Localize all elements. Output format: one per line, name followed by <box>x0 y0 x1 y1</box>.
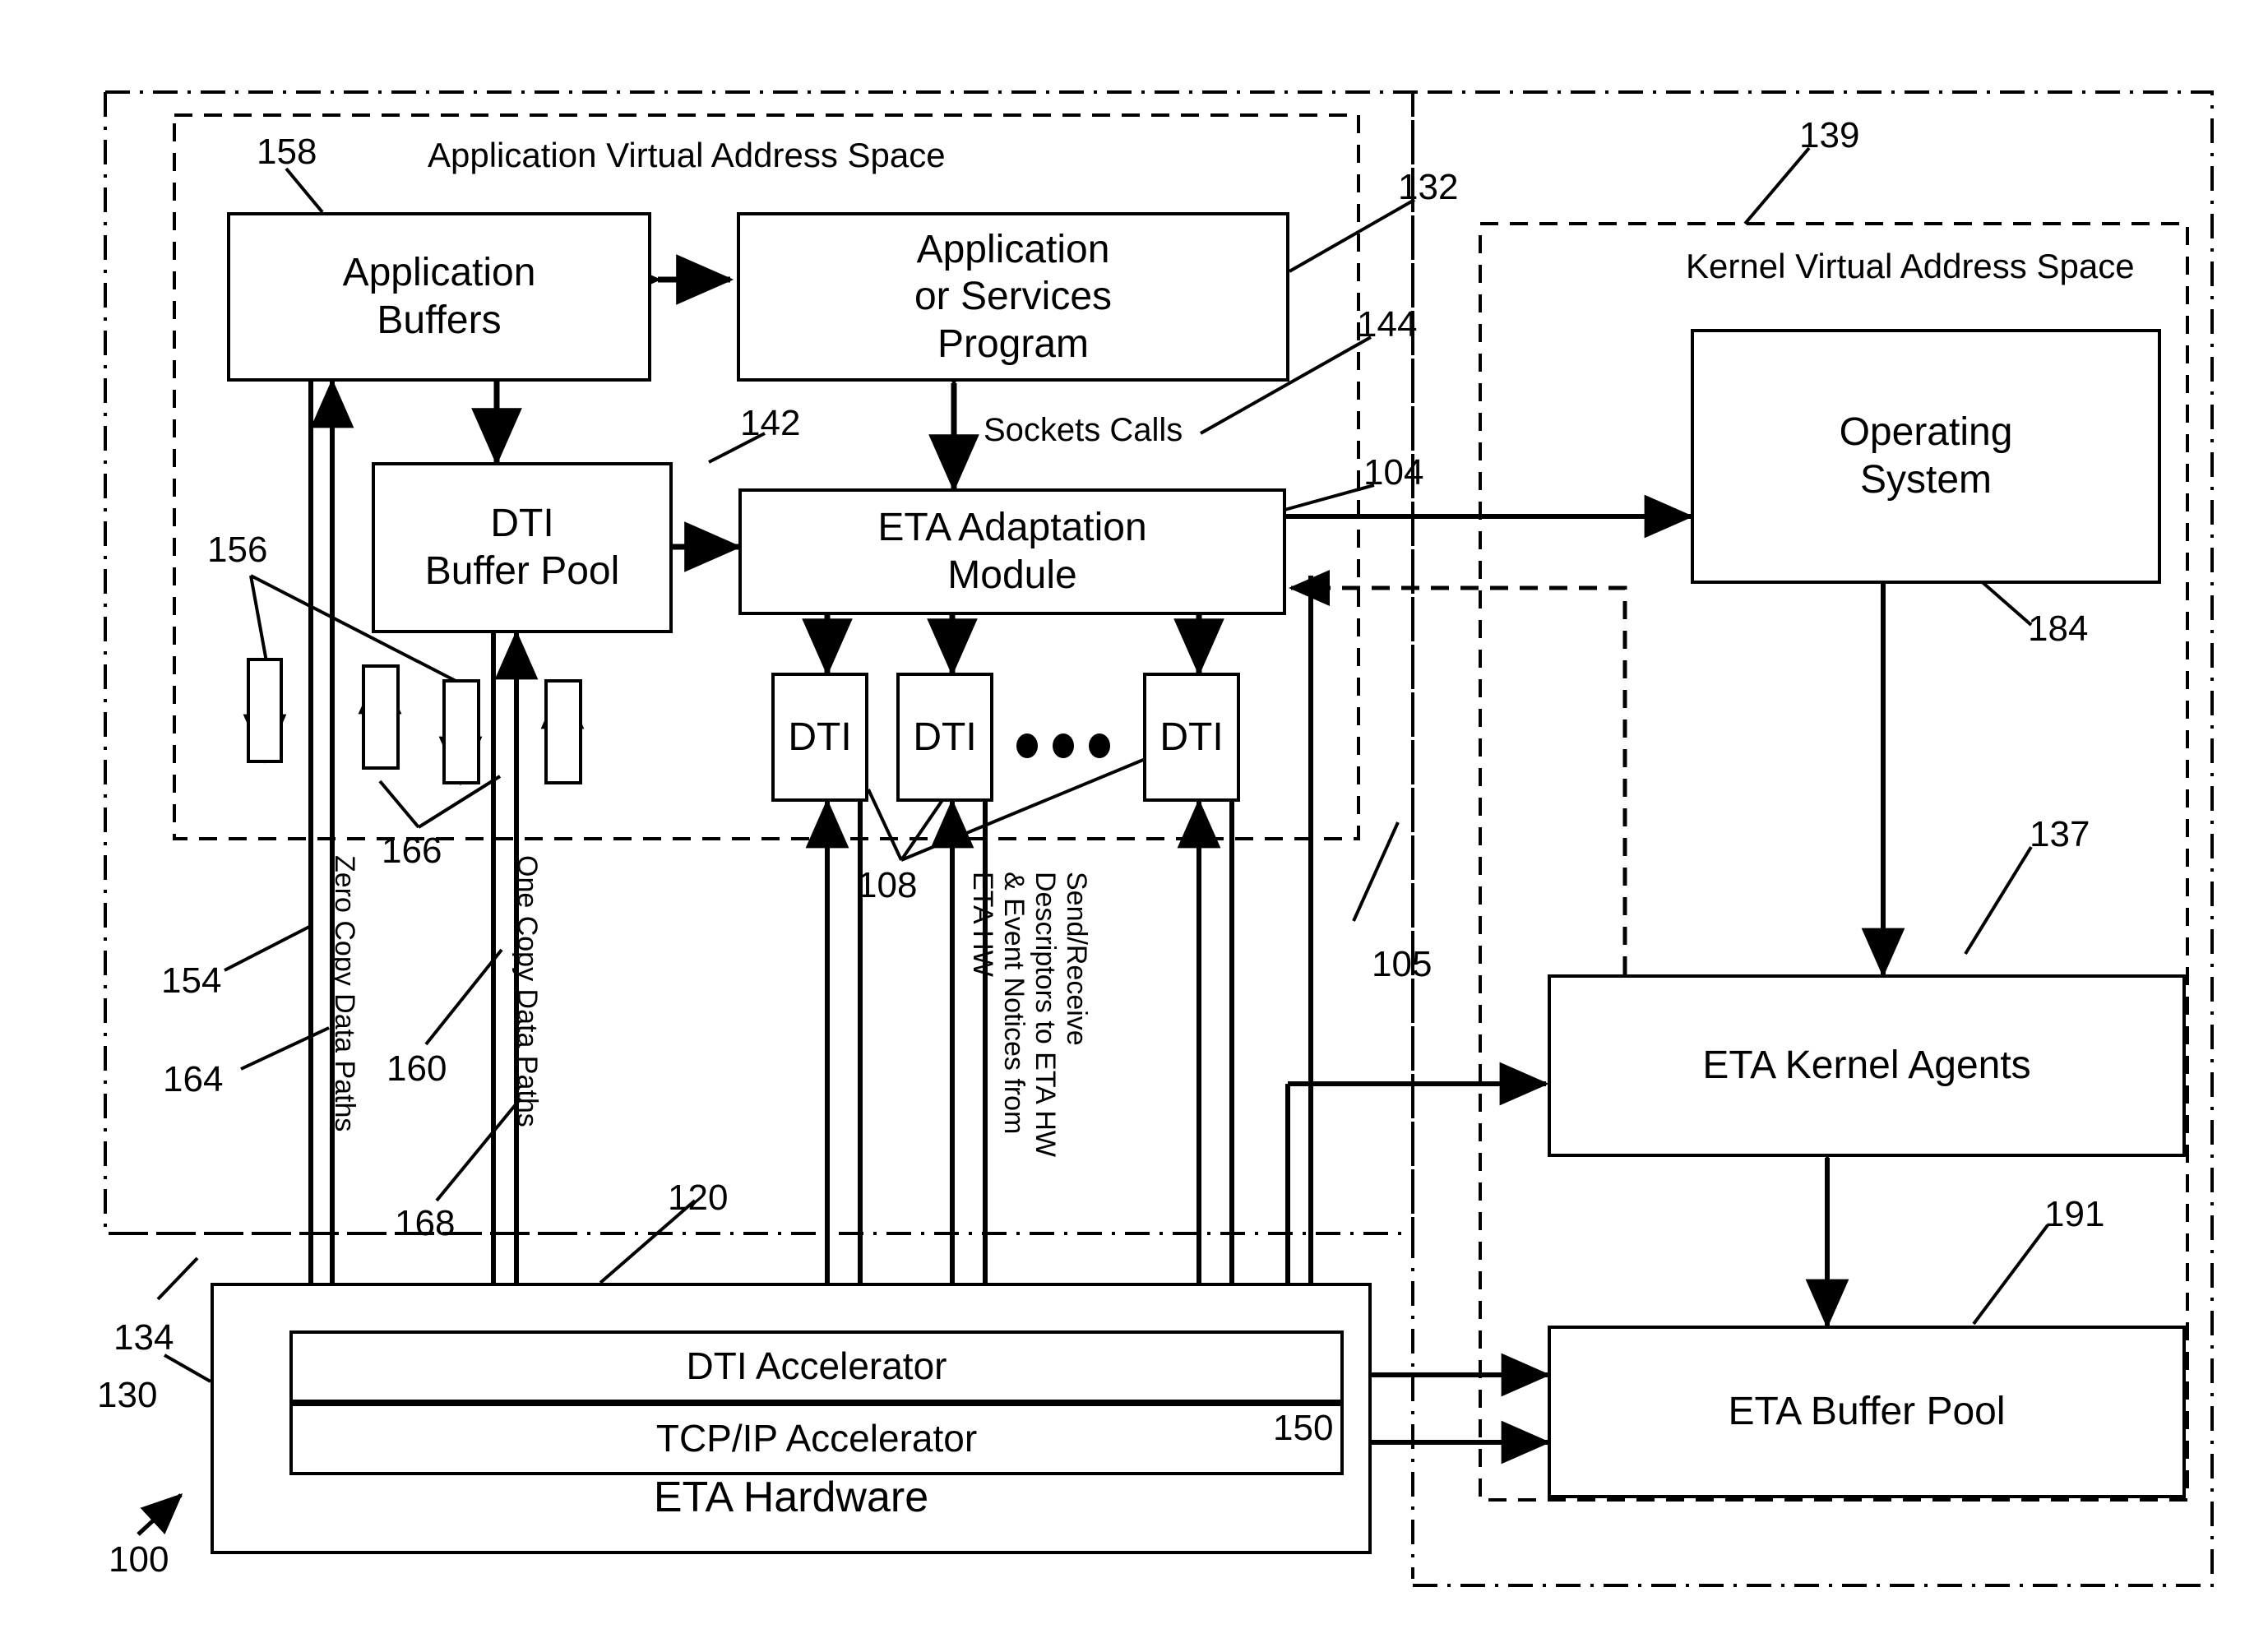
eta-buffer-pool-label: ETA Buffer Pool <box>1728 1390 2006 1434</box>
ref-160: 160 <box>386 1048 447 1089</box>
app-services-line2: or Services <box>914 275 1113 319</box>
datapath-minibox-1 <box>247 658 283 763</box>
eta-kernel-agents-label: ETA Kernel Agents <box>1702 1043 2031 1088</box>
leader-154 <box>224 923 313 972</box>
dti-1-label: DTI <box>788 715 852 759</box>
ref-137: 137 <box>2030 814 2090 854</box>
ref-139: 139 <box>1799 115 1860 155</box>
dti-accelerator-label: DTI Accelerator <box>686 1344 947 1388</box>
dti-2-label: DTI <box>913 715 977 759</box>
leader-191 <box>1972 1224 2049 1326</box>
eta-kernel-agents-box[interactable]: ETA Kernel Agents <box>1548 974 2186 1157</box>
ref-120: 120 <box>668 1178 729 1218</box>
eta-buffer-pool-box[interactable]: ETA Buffer Pool <box>1548 1326 2186 1498</box>
tcpip-accelerator-box[interactable]: TCP/IP Accelerator <box>289 1403 1344 1475</box>
tcpip-accelerator-label: TCP/IP Accelerator <box>655 1417 978 1460</box>
dti-box-2[interactable]: DTI <box>896 673 993 802</box>
one-copy-data-paths-label: One Copy Data Paths <box>511 855 543 1127</box>
patent-figure: Application Virtual Address Space Kernel… <box>0 0 2268 1652</box>
eta-adaptation-line1: ETA Adaptation <box>877 506 1147 550</box>
ref-191: 191 <box>2044 1194 2105 1234</box>
dti-buffer-pool-box[interactable]: DTI Buffer Pool <box>372 462 673 633</box>
datapath-minibox-3 <box>442 679 480 784</box>
application-buffers-line1: Application <box>342 251 536 295</box>
operating-system-box[interactable]: Operating System <box>1691 329 2161 584</box>
leader-160 <box>424 948 503 1046</box>
dti-buffer-pool-line1: DTI <box>490 502 554 546</box>
datapath-minibox-2 <box>362 664 400 770</box>
application-buffers-box[interactable]: Application Buffers <box>227 212 651 382</box>
arrow-100 <box>137 1492 183 1536</box>
ref-156: 156 <box>207 530 268 570</box>
leader-132 <box>1289 198 1415 273</box>
leader-166a <box>378 780 420 829</box>
operating-system-line1: Operating <box>1839 410 2013 455</box>
dti-n-label: DTI <box>1159 715 1224 759</box>
ref-105: 105 <box>1372 944 1433 984</box>
leader-156a <box>249 575 269 667</box>
application-buffers-line2: Buffers <box>377 298 502 342</box>
eta-adaptation-line2: Module <box>947 553 1077 597</box>
ref-134: 134 <box>113 1317 174 1358</box>
leader-134 <box>156 1256 199 1301</box>
leader-104 <box>1284 484 1375 511</box>
dti-box-n[interactable]: DTI <box>1143 673 1240 802</box>
dti-buffer-pool-line2: Buffer Pool <box>424 549 620 593</box>
sockets-calls-label: Sockets Calls <box>984 412 1183 448</box>
ref-158: 158 <box>257 132 317 172</box>
eta-hardware-label: ETA Hardware <box>653 1473 929 1521</box>
ref-104: 104 <box>1363 452 1424 493</box>
leader-139 <box>1743 146 1811 225</box>
ellipsis-dots-icon <box>1016 733 1110 758</box>
ref-154: 154 <box>161 960 222 1001</box>
leader-105 <box>1352 821 1400 922</box>
ref-184: 184 <box>2028 609 2089 649</box>
leader-137 <box>1964 845 2033 956</box>
ref-108: 108 <box>857 865 918 905</box>
send-receive-line3: & Event Notices from <box>998 872 1030 1135</box>
ref-164: 164 <box>163 1059 224 1099</box>
leader-130 <box>164 1354 211 1383</box>
leader-168 <box>435 1097 522 1202</box>
ref-144: 144 <box>1357 304 1418 345</box>
dashed-kernelagents-to-eta <box>1288 570 1627 974</box>
app-services-line1: Application <box>916 227 1110 271</box>
dti-box-1[interactable]: DTI <box>771 673 868 802</box>
zero-copy-data-paths-label: Zero Copy Data Paths <box>329 855 360 1132</box>
leader-164 <box>240 1026 330 1071</box>
ref-168: 168 <box>395 1203 456 1243</box>
ref-150: 150 <box>1273 1408 1334 1448</box>
dti-accelerator-box[interactable]: DTI Accelerator <box>289 1330 1344 1403</box>
send-receive-line2: Descriptors to ETA HW <box>1030 872 1061 1157</box>
ref-142: 142 <box>740 403 801 443</box>
ref-166: 166 <box>382 831 442 871</box>
leader-158 <box>285 167 324 214</box>
app-services-line3: Program <box>937 322 1090 366</box>
app-space-label: Application Virtual Address Space <box>428 136 946 174</box>
datapath-minibox-4 <box>544 679 582 784</box>
kernel-space-label: Kernel Virtual Address Space <box>1686 247 2135 285</box>
eta-adaptation-module-box[interactable]: ETA Adaptation Module <box>738 488 1286 615</box>
ref-132: 132 <box>1398 167 1459 207</box>
send-receive-line1: Send/Receive <box>1061 872 1092 1046</box>
application-or-services-program-box[interactable]: Application or Services Program <box>737 212 1289 382</box>
ref-130: 130 <box>97 1375 158 1415</box>
send-receive-line4: ETA HW <box>967 872 998 977</box>
ref-100: 100 <box>109 1539 169 1580</box>
operating-system-line2: System <box>1859 458 1992 502</box>
